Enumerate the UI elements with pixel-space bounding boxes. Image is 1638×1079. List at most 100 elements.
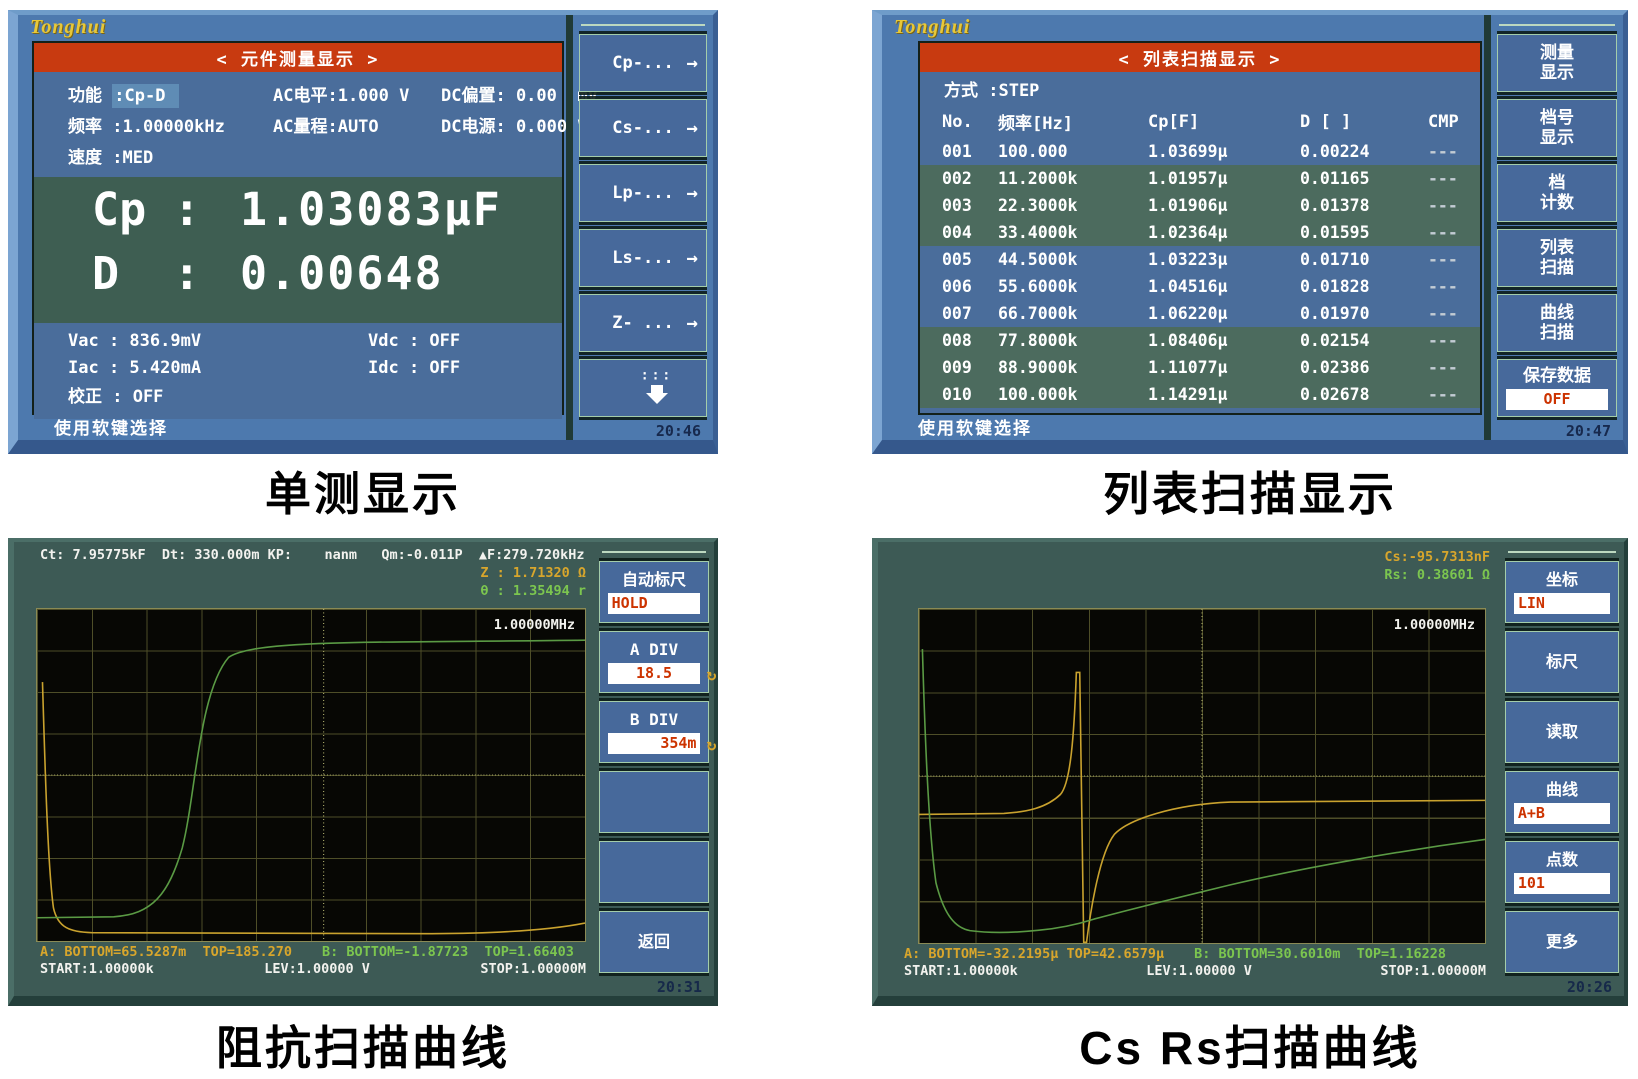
softkey-button[interactable]: 返回 bbox=[599, 911, 709, 973]
softkey-button[interactable]: Cs-... → bbox=[579, 99, 707, 157]
softkey-label: 列表 扫描 bbox=[1540, 238, 1574, 278]
softkey-button[interactable]: 曲线 A+B bbox=[1505, 771, 1619, 833]
softkey-button[interactable]: 曲线 扫描 bbox=[1497, 294, 1617, 352]
right-arrow-icon: → bbox=[686, 52, 698, 74]
right-arrow-icon: → bbox=[686, 247, 698, 269]
curve-readout-line: Ct: 7.95775kF Dt: 330.000m KP: nanm Qm:-… bbox=[40, 547, 585, 563]
softkey-label: B DIV bbox=[629, 710, 679, 729]
status-bar: 使用软键选择 bbox=[54, 418, 168, 439]
table-row: 001 100.000 1.03699µ 0.00224 --- bbox=[920, 138, 1480, 165]
softkey-button[interactable]: Z- ... → bbox=[579, 294, 707, 352]
table-cell: 0.01710 bbox=[1300, 250, 1370, 269]
list-sweep-screen: < 列表扫描显示 > 方式 :STEP No. 频率[Hz] Cp[F] D [ ] CM… bbox=[918, 41, 1482, 415]
sweep-range-line: START:1.00000k LEV:1.00000 V STOP:1.0000… bbox=[40, 961, 586, 977]
table-cell: 007 bbox=[942, 304, 972, 323]
rotate-knob-icon: ↻ bbox=[706, 735, 717, 754]
table-cell: 66.7000k bbox=[998, 304, 1078, 323]
table-cell: 0.02386 bbox=[1300, 358, 1370, 377]
table-cell: --- bbox=[1428, 169, 1458, 188]
softkey-button[interactable]: 坐标 LIN bbox=[1505, 561, 1619, 623]
softkey-button[interactable]: B DIV 354m ↻ bbox=[599, 701, 716, 763]
softkey-button[interactable]: Ls-... → bbox=[579, 229, 707, 287]
column-header: D [ ] bbox=[1300, 111, 1352, 132]
sidebar-separator bbox=[1499, 24, 1615, 26]
softkey-column: Cp-... → Cs-... → Lp-... → Ls-... → Z- ... → ··· ··… bbox=[573, 34, 713, 417]
softkey-label: 测量 显示 bbox=[1540, 43, 1574, 83]
softkey-button[interactable]: 读取 bbox=[1505, 701, 1619, 763]
softkey-button[interactable]: 标尺 bbox=[1505, 631, 1619, 693]
caption-csrs-curve: Cs Rs扫描曲线 bbox=[1079, 1022, 1421, 1074]
softkey-button[interactable] bbox=[599, 771, 709, 833]
table-cell: --- bbox=[1428, 223, 1458, 242]
monitor-row: Vac : 836.9mV Vdc : OFF bbox=[34, 327, 562, 354]
down-arrow-icon: ··· ··· bbox=[640, 368, 674, 404]
primary-measurement-line: D : 0.00648 bbox=[34, 241, 562, 305]
table-cell: --- bbox=[1428, 304, 1458, 323]
z-readout: Z : 1.71320 Ω bbox=[480, 565, 586, 581]
clock: 20:31 bbox=[656, 978, 702, 996]
parameter-name-value: 功能 :Cp-D bbox=[68, 81, 273, 108]
rs-readout: Rs: 0.38601 Ω bbox=[1384, 567, 1490, 583]
curve-a-cs bbox=[919, 672, 1485, 942]
softkey-button[interactable]: 列表 扫描 bbox=[1497, 229, 1617, 287]
sidebar-separator bbox=[1508, 551, 1616, 553]
table-cell: 77.8000k bbox=[998, 331, 1078, 350]
curve-b-theta bbox=[37, 640, 585, 918]
softkey-label: 自动标尺 bbox=[621, 570, 686, 589]
softkey-button[interactable]: 档 计数 bbox=[1497, 164, 1617, 222]
softkey-button[interactable]: ··· ··· bbox=[579, 359, 707, 417]
measurement-value: 1.03083µF bbox=[240, 182, 502, 236]
parameter-label: 功能 bbox=[68, 86, 113, 106]
sweep-mode-label: 方式 :STEP bbox=[944, 81, 1040, 101]
softkey-button[interactable]: 保存数据 OFF bbox=[1497, 359, 1617, 417]
table-row: 005 44.5000k 1.03223µ 0.01710 --- bbox=[920, 246, 1480, 273]
down-arrow-stem bbox=[650, 385, 663, 393]
softkey-sidebar: 坐标 LIN 标尺读取曲线 A+B 点数 101 更多 20:26 bbox=[1500, 542, 1624, 996]
softkey-value-box: 18.5 ↻ bbox=[607, 663, 716, 684]
table-row: 010 100.000k 1.14291µ 0.02678 --- bbox=[920, 381, 1480, 408]
rotate-knob-icon: ↻ bbox=[706, 665, 717, 684]
softkey-button[interactable]: 测量 显示 bbox=[1497, 34, 1617, 92]
impedance-curve-panel: Ct: 7.95775kF Dt: 330.000m KP: nanm Qm:-… bbox=[8, 538, 718, 1006]
table-header-row: No. 频率[Hz] Cp[F] D [ ] CMP bbox=[920, 105, 1480, 138]
softkey-button[interactable]: Lp-... → bbox=[579, 164, 707, 222]
trace-range-line: A: BOTTOM=65.5287m TOP=185.270 B: BOTTOM… bbox=[40, 944, 574, 960]
parameter-label: 速度 bbox=[68, 148, 113, 168]
clock: 20:26 bbox=[1566, 978, 1612, 996]
table-row: 008 77.8000k 1.08406µ 0.02154 --- bbox=[920, 327, 1480, 354]
softkey-value-box: LIN bbox=[1513, 593, 1611, 614]
softkey-button[interactable]: 点数 101 bbox=[1505, 841, 1619, 903]
softkey-label: Lp-... bbox=[612, 183, 674, 203]
csrs-plot: 1.00000MHz bbox=[918, 608, 1486, 944]
softkey-button[interactable]: 自动标尺 HOLD bbox=[599, 561, 709, 623]
softkey-label: A DIV bbox=[629, 640, 679, 659]
monitor-left-value: Vac : 836.9mV bbox=[68, 330, 202, 351]
parameter-name-value: 速度 :MED bbox=[68, 143, 273, 168]
softkey-button[interactable] bbox=[599, 841, 709, 903]
cs-readout: Cs:-95.7313nF bbox=[1384, 549, 1490, 565]
parameter-row: 频率 :1.00000kHz AC量程:AUTO DC电源: 0.000 V bbox=[34, 109, 588, 140]
table-cell: 1.03699µ bbox=[1148, 142, 1228, 161]
table-cell: 001 bbox=[942, 142, 972, 161]
sweep-level: LEV:1.00000 V bbox=[264, 961, 370, 977]
right-arrow-icon: → bbox=[686, 182, 698, 204]
down-arrow-dots: ··· bbox=[640, 372, 674, 387]
parameter-zone: 功能 :Cp-D AC电平:1.000 V DC偏置: 0.00 mV 频率 :1.0… bbox=[34, 72, 598, 177]
page-title: < 列表扫描显示 > bbox=[920, 43, 1480, 72]
table-cell: 1.08406µ bbox=[1148, 331, 1228, 350]
table-cell: 008 bbox=[942, 331, 972, 350]
softkey-button[interactable]: 更多 bbox=[1505, 911, 1619, 973]
table-cell: --- bbox=[1428, 196, 1458, 215]
table-cell: 006 bbox=[942, 277, 972, 296]
curve-b-rs bbox=[922, 649, 1485, 932]
softkey-button[interactable]: A DIV 18.5 ↻ bbox=[599, 631, 716, 693]
sweep-range-line: START:1.00000k LEV:1.00000 V STOP:1.0000… bbox=[904, 963, 1486, 979]
table-cell: --- bbox=[1428, 250, 1458, 269]
softkey-label: 标尺 bbox=[1545, 652, 1578, 671]
softkey-button[interactable]: 档号 显示 bbox=[1497, 99, 1617, 157]
parameter-row: 速度 :MED bbox=[34, 140, 562, 171]
table-row: 009 88.9000k 1.11077µ 0.02386 --- bbox=[920, 354, 1480, 381]
softkey-value-box: A+B bbox=[1513, 803, 1611, 824]
table-cell: --- bbox=[1428, 331, 1458, 350]
softkey-button[interactable]: Cp-... → bbox=[579, 34, 707, 92]
